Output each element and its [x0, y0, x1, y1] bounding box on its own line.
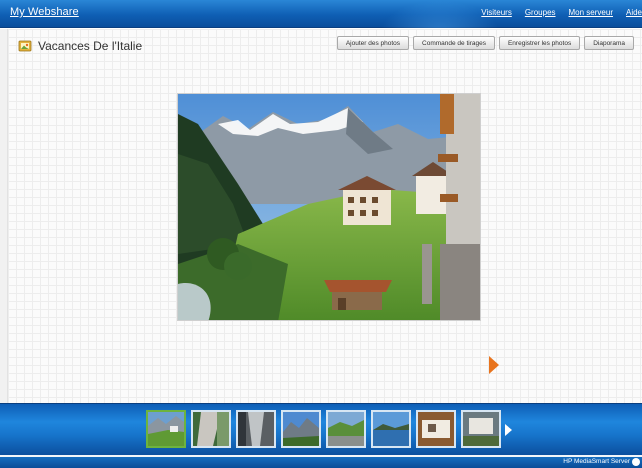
slideshow-button[interactable]: Diaporama — [584, 36, 634, 50]
nav-visitors[interactable]: Visiteurs — [481, 8, 512, 17]
thumbnail[interactable] — [461, 410, 501, 448]
filmstrip — [0, 403, 642, 455]
filmstrip-next-icon[interactable] — [505, 424, 512, 436]
thumbnail[interactable] — [326, 410, 366, 448]
nav-groups[interactable]: Groupes — [525, 8, 556, 17]
nav-help[interactable]: Aide — [626, 8, 642, 17]
thumbnail[interactable] — [146, 410, 186, 448]
product-name: HP MediaSmart Server — [563, 458, 630, 465]
thumbnail[interactable] — [281, 410, 321, 448]
album-trophy-icon — [18, 40, 32, 52]
album-title: Vacances De l'Italie — [38, 39, 143, 53]
next-photo-icon[interactable] — [489, 356, 499, 374]
save-photos-button[interactable]: Enregistrer les photos — [498, 36, 581, 50]
nav-my-server[interactable]: Mon serveur — [569, 8, 613, 17]
main-photo[interactable] — [177, 93, 481, 321]
thumbnail[interactable] — [236, 410, 276, 448]
app-window: My Webshare Visiteurs Groupes Mon serveu… — [0, 0, 642, 468]
thumbnail[interactable] — [416, 410, 456, 448]
album-header: Vacances De l'Italie — [18, 37, 142, 55]
thumbnail[interactable] — [371, 410, 411, 448]
brand-link[interactable]: My Webshare — [10, 6, 79, 18]
hp-logo-icon — [632, 458, 640, 466]
footer-divider — [0, 455, 642, 457]
top-bar: My Webshare Visiteurs Groupes Mon serveu… — [0, 0, 642, 28]
thumbnail[interactable] — [191, 410, 231, 448]
order-prints-button[interactable]: Commande de tirages — [413, 36, 495, 50]
main-content: Vacances De l'Italie Ajouter des photos … — [0, 29, 642, 403]
thumbnail-list — [146, 410, 501, 448]
photo-image — [178, 94, 480, 320]
add-photos-button[interactable]: Ajouter des photos — [336, 36, 410, 50]
top-nav: Visiteurs Groupes Mon serveur Aide — [481, 8, 642, 17]
left-edge — [0, 29, 8, 403]
album-toolbar: Ajouter des photos Commande de tirages E… — [336, 36, 634, 50]
footer-bar: HP MediaSmart Server — [0, 455, 642, 468]
